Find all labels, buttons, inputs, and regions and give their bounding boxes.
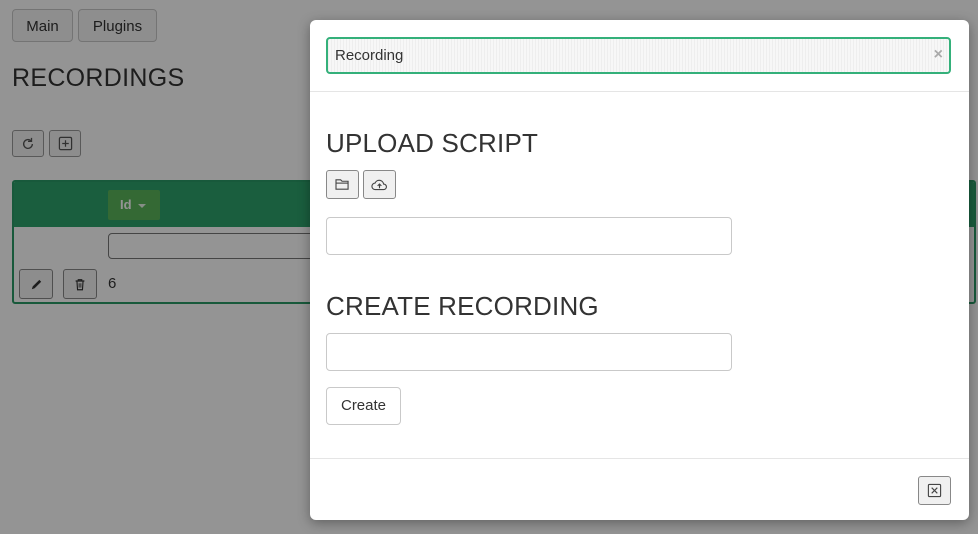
cloud-upload-icon	[371, 179, 387, 191]
folder-open-icon	[335, 179, 349, 190]
close-square-icon	[927, 483, 942, 498]
recording-modal: Recording × UPLOAD SCRIPT CREATE RECORDI…	[310, 20, 969, 520]
modal-header: Recording ×	[310, 20, 969, 92]
search-input[interactable]: Recording ×	[326, 37, 951, 74]
close-modal-button[interactable]	[918, 476, 951, 505]
create-button[interactable]: Create	[326, 387, 401, 425]
clear-search-icon[interactable]: ×	[934, 45, 943, 65]
modal-footer	[310, 458, 969, 521]
recording-name-field[interactable]	[326, 333, 732, 371]
upload-script-button[interactable]	[363, 170, 396, 199]
search-input-value: Recording	[335, 47, 404, 64]
browse-file-button[interactable]	[326, 170, 359, 199]
create-recording-title: CREATE RECORDING	[326, 291, 599, 321]
upload-script-title: UPLOAD SCRIPT	[326, 128, 539, 158]
script-path-field[interactable]	[326, 217, 732, 255]
